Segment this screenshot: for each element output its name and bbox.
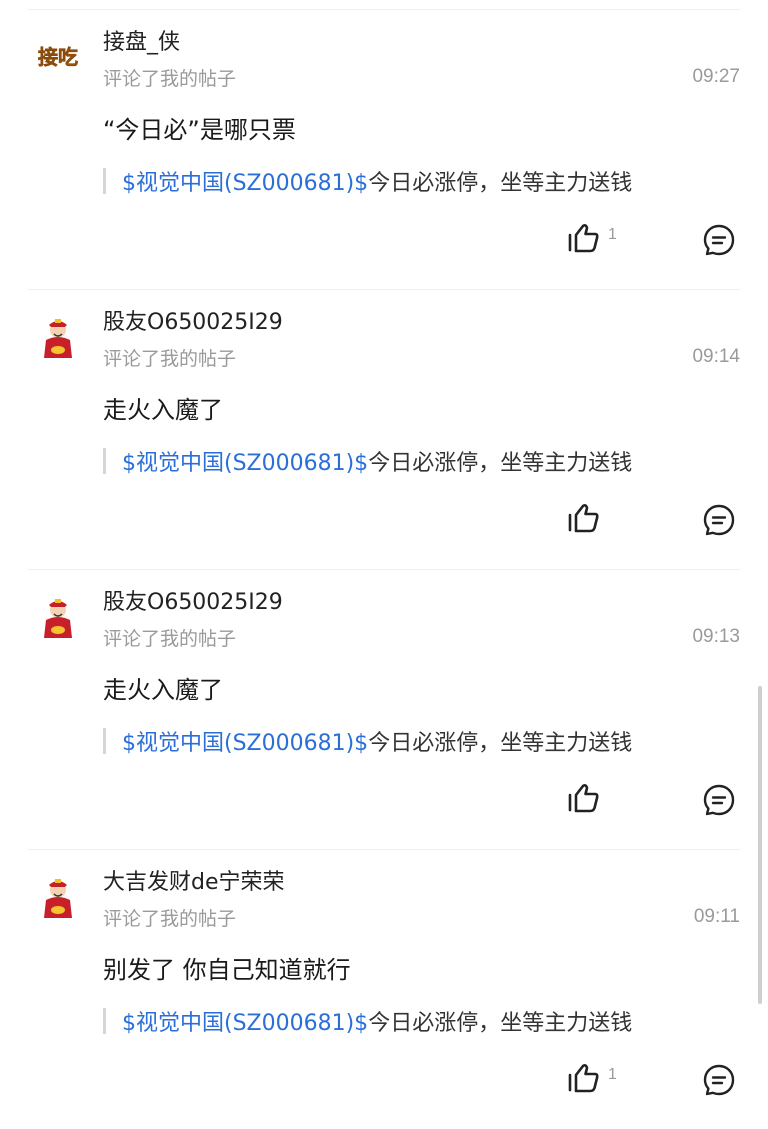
username[interactable]: 股友O650025I29 bbox=[103, 584, 283, 616]
quote-bar bbox=[103, 168, 106, 194]
action-text: 评论了我的帖子 bbox=[103, 348, 237, 370]
notification-feed: 接吃 接盘_侠 评论了我的帖子 09:27 “今日必”是哪只票 $视觉中国(SZ… bbox=[0, 10, 768, 1129]
avatar-text: 接吃 bbox=[38, 45, 78, 69]
username[interactable]: 接盘_侠 bbox=[103, 24, 180, 56]
stock-link[interactable]: $视觉中国(SZ000681)$ bbox=[122, 1005, 368, 1037]
notification-item[interactable]: 股友O650025I29 评论了我的帖子 09:14 走火入魔了 $视觉中国(S… bbox=[28, 289, 740, 569]
like-button[interactable] bbox=[566, 781, 608, 815]
notification-item[interactable]: 接吃 接盘_侠 评论了我的帖子 09:27 “今日必”是哪只票 $视觉中国(SZ… bbox=[0, 10, 768, 289]
username[interactable]: 大吉发财de宁荣荣 bbox=[103, 864, 285, 896]
username[interactable]: 股友O650025I29 bbox=[103, 304, 283, 336]
like-button[interactable] bbox=[566, 501, 608, 535]
quote-bar bbox=[103, 448, 106, 474]
quoted-post[interactable]: $视觉中国(SZ000681)$ 今日必涨停，坐等主力送钱 bbox=[103, 165, 632, 197]
thumbs-up-icon bbox=[568, 784, 599, 813]
stock-link[interactable]: $视觉中国(SZ000681)$ bbox=[122, 445, 368, 477]
thumbs-up-icon bbox=[568, 224, 599, 253]
quote-text: 今日必涨停，坐等主力送钱 bbox=[368, 171, 633, 196]
like-count: 1 bbox=[608, 226, 617, 243]
action-text: 评论了我的帖子 bbox=[103, 68, 237, 90]
comment-text[interactable]: “今日必”是哪只票 bbox=[103, 110, 296, 145]
stock-link[interactable]: $视觉中国(SZ000681)$ bbox=[122, 725, 368, 757]
quote-text: 今日必涨停，坐等主力送钱 bbox=[368, 1011, 633, 1036]
thumbs-up-icon bbox=[568, 504, 599, 533]
comment-text[interactable]: 走火入魔了 bbox=[103, 390, 223, 425]
comment-bubble-icon[interactable] bbox=[702, 503, 736, 537]
avatar-fortune-god[interactable] bbox=[36, 876, 80, 920]
quote-text: 今日必涨停，坐等主力送钱 bbox=[368, 731, 633, 756]
comment-bubble-icon[interactable] bbox=[702, 223, 736, 257]
quoted-post[interactable]: $视觉中国(SZ000681)$ 今日必涨停，坐等主力送钱 bbox=[103, 445, 632, 477]
like-button[interactable]: 1 bbox=[566, 1061, 617, 1095]
comment-text[interactable]: 走火入魔了 bbox=[103, 670, 223, 705]
quoted-post[interactable]: $视觉中国(SZ000681)$ 今日必涨停，坐等主力送钱 bbox=[103, 1005, 632, 1037]
timestamp: 09:13 bbox=[692, 626, 740, 647]
comment-bubble-icon[interactable] bbox=[702, 1063, 736, 1097]
quote-bar bbox=[103, 1008, 106, 1034]
action-text: 评论了我的帖子 bbox=[103, 908, 237, 930]
timestamp: 09:27 bbox=[692, 66, 740, 87]
timestamp: 09:11 bbox=[693, 906, 740, 927]
notification-item[interactable]: 股友O650025I29 评论了我的帖子 09:13 走火入魔了 $视觉中国(S… bbox=[28, 569, 740, 849]
avatar-fortune-god[interactable] bbox=[36, 316, 80, 360]
timestamp: 09:14 bbox=[692, 346, 740, 367]
like-count: 1 bbox=[608, 1066, 617, 1083]
notification-item[interactable]: 大吉发财de宁荣荣 评论了我的帖子 09:11 别发了 你自己知道就行 $视觉中… bbox=[28, 849, 740, 1129]
like-button[interactable]: 1 bbox=[566, 221, 617, 255]
stock-link[interactable]: $视觉中国(SZ000681)$ bbox=[122, 165, 368, 197]
scrollbar[interactable] bbox=[758, 686, 762, 1004]
comment-text[interactable]: 别发了 你自己知道就行 bbox=[103, 950, 351, 985]
avatar-fortune-god[interactable] bbox=[36, 596, 80, 640]
comment-bubble-icon[interactable] bbox=[702, 783, 736, 817]
thumbs-up-icon bbox=[568, 1064, 599, 1093]
quoted-post[interactable]: $视觉中国(SZ000681)$ 今日必涨停，坐等主力送钱 bbox=[103, 725, 632, 757]
avatar-badge-logo[interactable]: 接吃 bbox=[36, 34, 80, 78]
action-text: 评论了我的帖子 bbox=[103, 628, 237, 650]
quote-bar bbox=[103, 728, 106, 754]
quote-text: 今日必涨停，坐等主力送钱 bbox=[368, 451, 633, 476]
